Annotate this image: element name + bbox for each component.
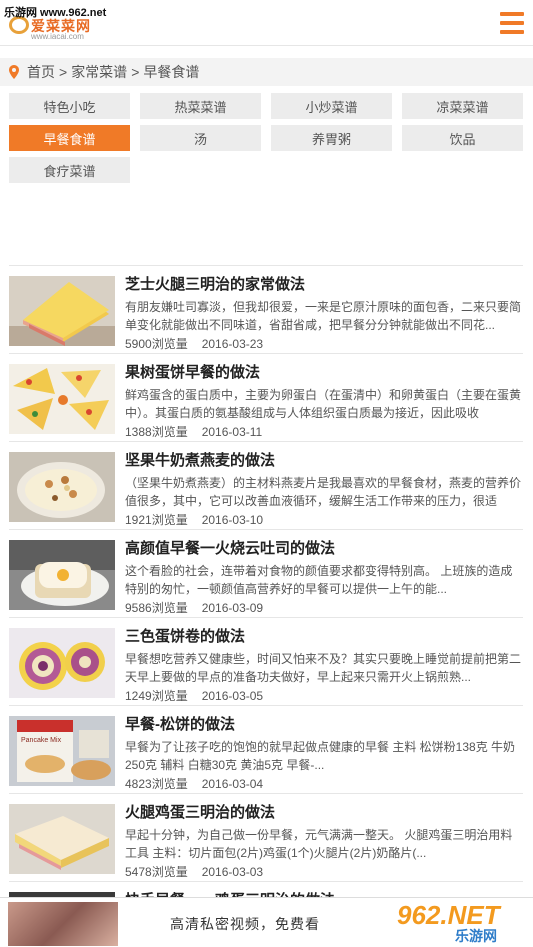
article-desc: 早餐想吃营养又健康些，时间又怕来不及？其实只要晚上睡觉前提前把第二天早上要做的早… xyxy=(125,652,522,684)
publish-date: 2016-03-23 xyxy=(201,337,264,351)
breadcrumb-level1[interactable]: 家常菜谱 xyxy=(71,62,127,82)
article-desc: 这个看脸的社会，连带着对食物的颜值要求都变得特别高。 上班族的造成特别的匆忙，一… xyxy=(125,564,513,596)
category-yinpin[interactable]: 饮品 xyxy=(402,125,523,151)
pancake-mix-box-label: Pancake Mix xyxy=(21,737,62,744)
article-title: 三色蛋饼卷的做法 xyxy=(125,628,246,645)
article-title: 坚果牛奶煮燕麦的做法 xyxy=(125,452,276,469)
article-thumbnail xyxy=(9,540,115,610)
article-title: 芝士火腿三明治的家常做法 xyxy=(125,276,306,293)
article-title: 早餐-松饼的做法 xyxy=(125,716,235,733)
breadcrumb-home[interactable]: 首页 xyxy=(27,62,55,82)
category-xiaochao[interactable]: 小炒菜谱 xyxy=(271,93,392,119)
view-count: 1388浏览量 xyxy=(125,425,188,439)
article-thumbnail xyxy=(9,804,115,874)
category-liangcai[interactable]: 凉菜菜谱 xyxy=(402,93,523,119)
view-count: 1249浏览量 xyxy=(125,689,188,703)
category-recai[interactable]: 热菜菜谱 xyxy=(140,93,261,119)
logo-domain: www.iacai.com xyxy=(31,32,84,41)
menu-icon[interactable] xyxy=(500,12,524,34)
category-tang[interactable]: 汤 xyxy=(140,125,261,151)
article-thumbnail xyxy=(9,276,115,346)
category-zaocan[interactable]: 早餐食谱 xyxy=(9,125,130,151)
article-thumbnail xyxy=(9,628,115,698)
article-desc: 早餐为了让孩子吃的饱饱的就早起做点健康的早餐 主料 松饼粉138克 牛奶250克… xyxy=(125,740,516,772)
publish-date: 2016-03-09 xyxy=(201,601,264,615)
article-thumbnail xyxy=(9,452,115,522)
ad-logo-sub: 乐游网 xyxy=(455,928,497,944)
location-pin-icon xyxy=(9,65,19,79)
article-desc: 有朋友嫌吐司寡淡，但我却很爱，一来是它原汁原味的面包香，二来只要简单变化就能做出… xyxy=(125,300,522,332)
article-desc: 鲜鸡蛋含的蛋白质中，主要为卵蛋白（在蛋清中）和卵黄蛋白（主要在蛋黄中）。其蛋白质… xyxy=(125,388,522,420)
category-tese-xiaochi[interactable]: 特色小吃 xyxy=(9,93,130,119)
view-count: 4823浏览量 xyxy=(125,777,188,791)
ad-logo: 962.NET 乐游网 xyxy=(397,900,525,944)
ad-text: 高清私密视频，免费看 xyxy=(170,916,320,932)
breadcrumb-separator: > xyxy=(59,64,68,80)
view-count: 1921浏览量 xyxy=(125,513,188,527)
breadcrumb-current: 早餐食谱 xyxy=(143,64,200,80)
breadcrumb: 首页 > 家常菜谱 > 早餐食谱 xyxy=(0,58,533,86)
list-item[interactable]: Pancake Mix 早餐-松饼的做法 早餐为了让孩子吃的饱饱的就早起做点健康… xyxy=(9,705,523,793)
category-yangweizhou[interactable]: 养胃粥 xyxy=(271,125,392,151)
list-item[interactable]: 高颜值早餐一火烧云吐司的做法 这个看脸的社会，连带着对食物的颜值要求都变得特别高… xyxy=(9,529,523,617)
list-item[interactable]: 三色蛋饼卷的做法 早餐想吃营养又健康些，时间又怕来不及？其实只要晚上睡觉前提前把… xyxy=(9,617,523,705)
list-item[interactable]: 芝士火腿三明治的家常做法 有朋友嫌吐司寡淡，但我却很爱，一来是它原汁原味的面包香… xyxy=(9,265,523,353)
article-desc: （坚果牛奶煮燕麦）的主材料燕麦片是我最喜欢的早餐食材，燕麦的营养价值很多，其中，… xyxy=(125,476,522,508)
article-title: 火腿鸡蛋三明治的做法 xyxy=(125,804,276,821)
article-thumbnail xyxy=(9,364,115,434)
ad-banner[interactable]: 高清私密视频，免费看 962.NET 乐游网 xyxy=(0,897,533,947)
publish-date: 2016-03-05 xyxy=(201,689,264,703)
view-count: 5478浏览量 xyxy=(125,865,188,879)
publish-date: 2016-03-04 xyxy=(201,777,264,791)
list-item[interactable]: 火腿鸡蛋三明治的做法 早起十分钟，为自己做一份早餐，元气满满一整天。 火腿鸡蛋三… xyxy=(9,793,523,881)
article-thumbnail: Pancake Mix xyxy=(9,716,115,786)
publish-date: 2016-03-11 xyxy=(201,425,263,439)
publish-date: 2016-03-03 xyxy=(201,865,264,879)
article-title: 果树蛋饼早餐的做法 xyxy=(125,364,261,381)
ad-image xyxy=(8,902,118,946)
view-count: 9586浏览量 xyxy=(125,601,188,615)
article-title: 高颜值早餐一火烧云吐司的做法 xyxy=(125,540,336,557)
watermark: 乐游网 www.962.net xyxy=(4,7,107,19)
list-item[interactable]: 果树蛋饼早餐的做法 鲜鸡蛋含的蛋白质中，主要为卵蛋白（在蛋清中）和卵黄蛋白（主要… xyxy=(9,353,523,441)
article-desc: 早起十分钟，为自己做一份早餐，元气满满一整天。 火腿鸡蛋三明治用料工具 主料：切… xyxy=(125,828,513,860)
category-shiliao[interactable]: 食疗菜谱 xyxy=(9,157,130,183)
list-item[interactable]: 坚果牛奶煮燕麦的做法 （坚果牛奶煮燕麦）的主材料燕麦片是我最喜欢的早餐食材，燕麦… xyxy=(9,441,523,529)
publish-date: 2016-03-10 xyxy=(201,513,264,527)
breadcrumb-separator: > xyxy=(131,64,140,80)
view-count: 5900浏览量 xyxy=(125,337,188,351)
